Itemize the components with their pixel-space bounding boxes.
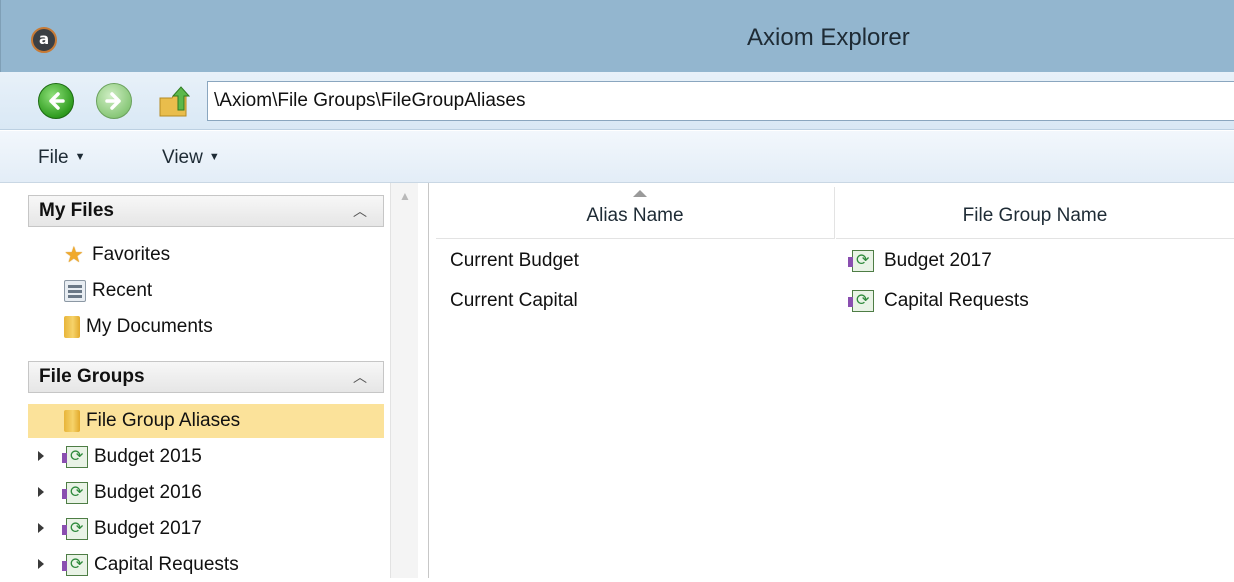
nav-item-my-documents[interactable]: My Documents: [64, 310, 213, 344]
table-cell-file-group[interactable]: Budget 2017: [848, 246, 992, 276]
folder-icon: [64, 316, 80, 338]
file-groups-header-label: File Groups: [39, 366, 145, 387]
menu-bar: File ▼ View ▼: [0, 131, 1234, 183]
my-files-header[interactable]: My Files ︿: [28, 195, 384, 227]
expand-arrow-icon[interactable]: [38, 559, 44, 569]
table-cell-file-group-label: Budget 2017: [884, 250, 992, 271]
nav-item-file-group-aliases[interactable]: File Group Aliases: [28, 404, 384, 438]
window-title: Axiom Explorer: [747, 24, 910, 51]
menu-view[interactable]: View ▼: [162, 147, 220, 169]
address-toolbar: \Axiom\File Groups\FileGroupAliases: [0, 72, 1234, 130]
nav-item-budget-2015[interactable]: Budget 2015: [62, 440, 202, 474]
nav-item-label: Favorites: [92, 244, 171, 265]
app-icon[interactable]: a: [31, 27, 57, 53]
nav-item-budget-2016[interactable]: Budget 2016: [62, 476, 202, 510]
file-group-icon: [62, 554, 88, 576]
my-files-header-label: My Files: [39, 200, 114, 221]
content-pane: [428, 183, 1234, 578]
menu-file[interactable]: File ▼: [38, 147, 86, 169]
scroll-up-icon[interactable]: ▲: [399, 189, 411, 203]
file-group-icon: [62, 518, 88, 540]
collapse-icon[interactable]: ︿: [353, 367, 367, 387]
address-field[interactable]: \Axiom\File Groups\FileGroupAliases: [207, 81, 1234, 121]
file-group-icon: [848, 250, 874, 272]
table-cell-alias[interactable]: Current Budget: [450, 246, 579, 276]
file-group-icon: [848, 290, 874, 312]
nav-item-label: Capital Requests: [94, 554, 239, 575]
nav-item-label: Budget 2017: [94, 518, 202, 539]
nav-item-label: Budget 2016: [94, 482, 202, 503]
nav-item-budget-2017[interactable]: Budget 2017: [62, 512, 202, 546]
star-icon: ★: [64, 242, 84, 267]
recent-icon: [64, 280, 86, 302]
nav-item-label: My Documents: [86, 316, 213, 337]
caret-down-icon: ▼: [74, 151, 86, 163]
nav-item-label: Budget 2015: [94, 446, 202, 467]
title-bar[interactable]: a Axiom Explorer: [0, 0, 1234, 72]
navigation-scrollbar[interactable]: ▲: [390, 183, 418, 578]
expand-arrow-icon[interactable]: [38, 523, 44, 533]
up-folder-icon[interactable]: [156, 84, 196, 120]
nav-item-label: File Group Aliases: [86, 410, 241, 431]
table-cell-file-group[interactable]: Capital Requests: [848, 286, 1029, 316]
file-group-icon: [62, 482, 88, 504]
nav-item-label: Recent: [92, 280, 153, 301]
expand-arrow-icon[interactable]: [38, 451, 44, 461]
menu-file-label: File: [38, 147, 69, 168]
collapse-icon[interactable]: ︿: [353, 201, 367, 221]
menu-view-label: View: [162, 147, 203, 168]
file-group-icon: [62, 446, 88, 468]
nav-item-favorites[interactable]: ★ Favorites: [64, 238, 170, 272]
file-groups-header[interactable]: File Groups ︿: [28, 361, 384, 393]
arrow-left-icon: [49, 92, 65, 110]
sort-ascending-icon: [633, 190, 647, 197]
expand-arrow-icon[interactable]: [38, 487, 44, 497]
table-cell-alias[interactable]: Current Capital: [450, 286, 578, 316]
nav-item-capital-requests[interactable]: Capital Requests: [62, 548, 239, 582]
arrow-right-icon: [105, 92, 121, 110]
caret-down-icon: ▼: [208, 151, 220, 163]
column-header-file-group-name[interactable]: File Group Name: [836, 187, 1234, 239]
back-button[interactable]: [38, 83, 74, 119]
folder-icon: [64, 410, 80, 432]
forward-button[interactable]: [96, 83, 132, 119]
table-cell-file-group-label: Capital Requests: [884, 290, 1029, 311]
nav-item-recent[interactable]: Recent: [64, 274, 152, 308]
